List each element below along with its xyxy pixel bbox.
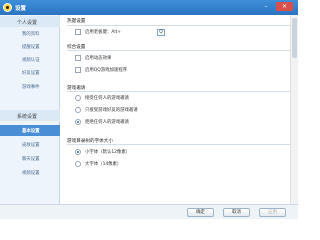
radio-button[interactable] xyxy=(75,95,81,101)
sidebar-group-system[interactable]: 系统设置 xyxy=(0,110,60,121)
radio-button-selected[interactable] xyxy=(75,119,81,125)
ok-button[interactable]: 确定 xyxy=(187,208,214,217)
section-divider xyxy=(67,25,292,26)
settings-sidebar: 个人设置 我的资料 提醒设置 视频认证 好友设置 游戏事件 系统设置 基本设置 … xyxy=(0,15,60,204)
cancel-button[interactable]: 取消 xyxy=(223,208,250,217)
option-label: 拒绝任何人的游戏邀请 xyxy=(85,120,129,125)
option-label: 大字体（14像素） xyxy=(85,162,122,167)
sidebar-item-label: 视频认证 xyxy=(22,58,40,63)
sidebar-item-label: 好友设置 xyxy=(22,71,40,76)
sidebar-item-skin[interactable]: 皮肤设置 xyxy=(0,139,60,150)
option-label: 启用QQ游戏加速程序 xyxy=(85,68,128,73)
radio-button-selected[interactable] xyxy=(75,149,81,155)
dialog-footer: 确定 取消 应用 xyxy=(0,204,298,219)
sidebar-item-reminders[interactable]: 提醒设置 xyxy=(0,41,60,52)
option-animation[interactable]: 启用动态效果 xyxy=(75,55,175,62)
section-divider xyxy=(67,50,292,51)
sidebar-item-chat[interactable]: 聊天设置 xyxy=(0,153,60,164)
sidebar-item-label: 游戏事件 xyxy=(22,85,40,90)
title-bar: 设置 – ✕ xyxy=(0,0,298,15)
apply-button[interactable]: 应用 xyxy=(259,208,286,217)
option-label: 只接受游戏好友的游戏邀请 xyxy=(85,108,138,113)
radio-button[interactable] xyxy=(75,161,81,167)
scrollbar-thumb[interactable] xyxy=(292,18,297,58)
sidebar-item-game-events[interactable]: 游戏事件 xyxy=(0,81,60,92)
checkbox[interactable] xyxy=(75,55,81,61)
sidebar-item-video[interactable]: 视频设置 xyxy=(0,167,60,178)
option-friends-invites-only[interactable]: 只接受游戏好友的游戏邀请 xyxy=(75,107,185,114)
sidebar-item-label: 我的资料 xyxy=(22,32,40,37)
qq-penguin-icon xyxy=(3,3,12,12)
option-small-font[interactable]: 小字体（默认12像素） xyxy=(75,149,175,156)
sidebar-item-profile[interactable]: 我的资料 xyxy=(0,28,60,39)
option-game-accelerator[interactable]: 启用QQ游戏加速程序 xyxy=(75,67,175,74)
option-label: 小字体（默认12像素） xyxy=(85,150,131,155)
sidebar-item-label: 聊天设置 xyxy=(22,157,40,162)
option-boss-key[interactable]: 启用老板键：Alt+ Q xyxy=(75,29,175,36)
option-reject-all-invites[interactable]: 拒绝任何人的游戏邀请 xyxy=(75,119,175,126)
option-large-font[interactable]: 大字体（14像素） xyxy=(75,161,175,168)
checkbox[interactable] xyxy=(75,67,81,73)
section-title-hotkey: 热键设置 xyxy=(67,19,86,24)
sidebar-group-personal[interactable]: 个人设置 xyxy=(0,16,60,27)
content-scrollbar[interactable] xyxy=(290,15,298,204)
radio-button[interactable] xyxy=(75,107,81,113)
sidebar-item-label: 基本设置 xyxy=(22,129,40,134)
checkbox[interactable] xyxy=(75,29,81,35)
settings-content: 热键设置 启用老板键：Alt+ Q 综合设置 启用动态效果 启用QQ游戏加速程序… xyxy=(61,15,298,204)
option-label: 启用动态效果 xyxy=(85,56,112,61)
section-divider xyxy=(67,91,292,92)
minimize-button[interactable]: – xyxy=(260,2,272,11)
option-accept-all-invites[interactable]: 接受任何人的游戏邀请 xyxy=(75,95,175,102)
sidebar-item-video-auth[interactable]: 视频认证 xyxy=(0,54,60,65)
close-button[interactable]: ✕ xyxy=(276,2,293,11)
option-label: 启用老板键：Alt+ xyxy=(85,30,121,35)
sidebar-item-label: 提醒设置 xyxy=(22,45,40,50)
option-label: 接受任何人的游戏邀请 xyxy=(85,96,129,101)
sidebar-group-label: 系统设置 xyxy=(17,114,38,120)
window-title: 设置 xyxy=(15,6,27,12)
sidebar-item-label: 视频设置 xyxy=(22,171,40,176)
sidebar-item-basic[interactable]: 基本设置 xyxy=(0,125,60,136)
section-divider xyxy=(67,144,292,145)
sidebar-item-friends[interactable]: 好友设置 xyxy=(0,67,60,78)
hotkey-field[interactable]: Q xyxy=(157,29,165,36)
sidebar-group-label: 个人设置 xyxy=(17,20,38,26)
sidebar-item-label: 皮肤设置 xyxy=(22,143,40,148)
